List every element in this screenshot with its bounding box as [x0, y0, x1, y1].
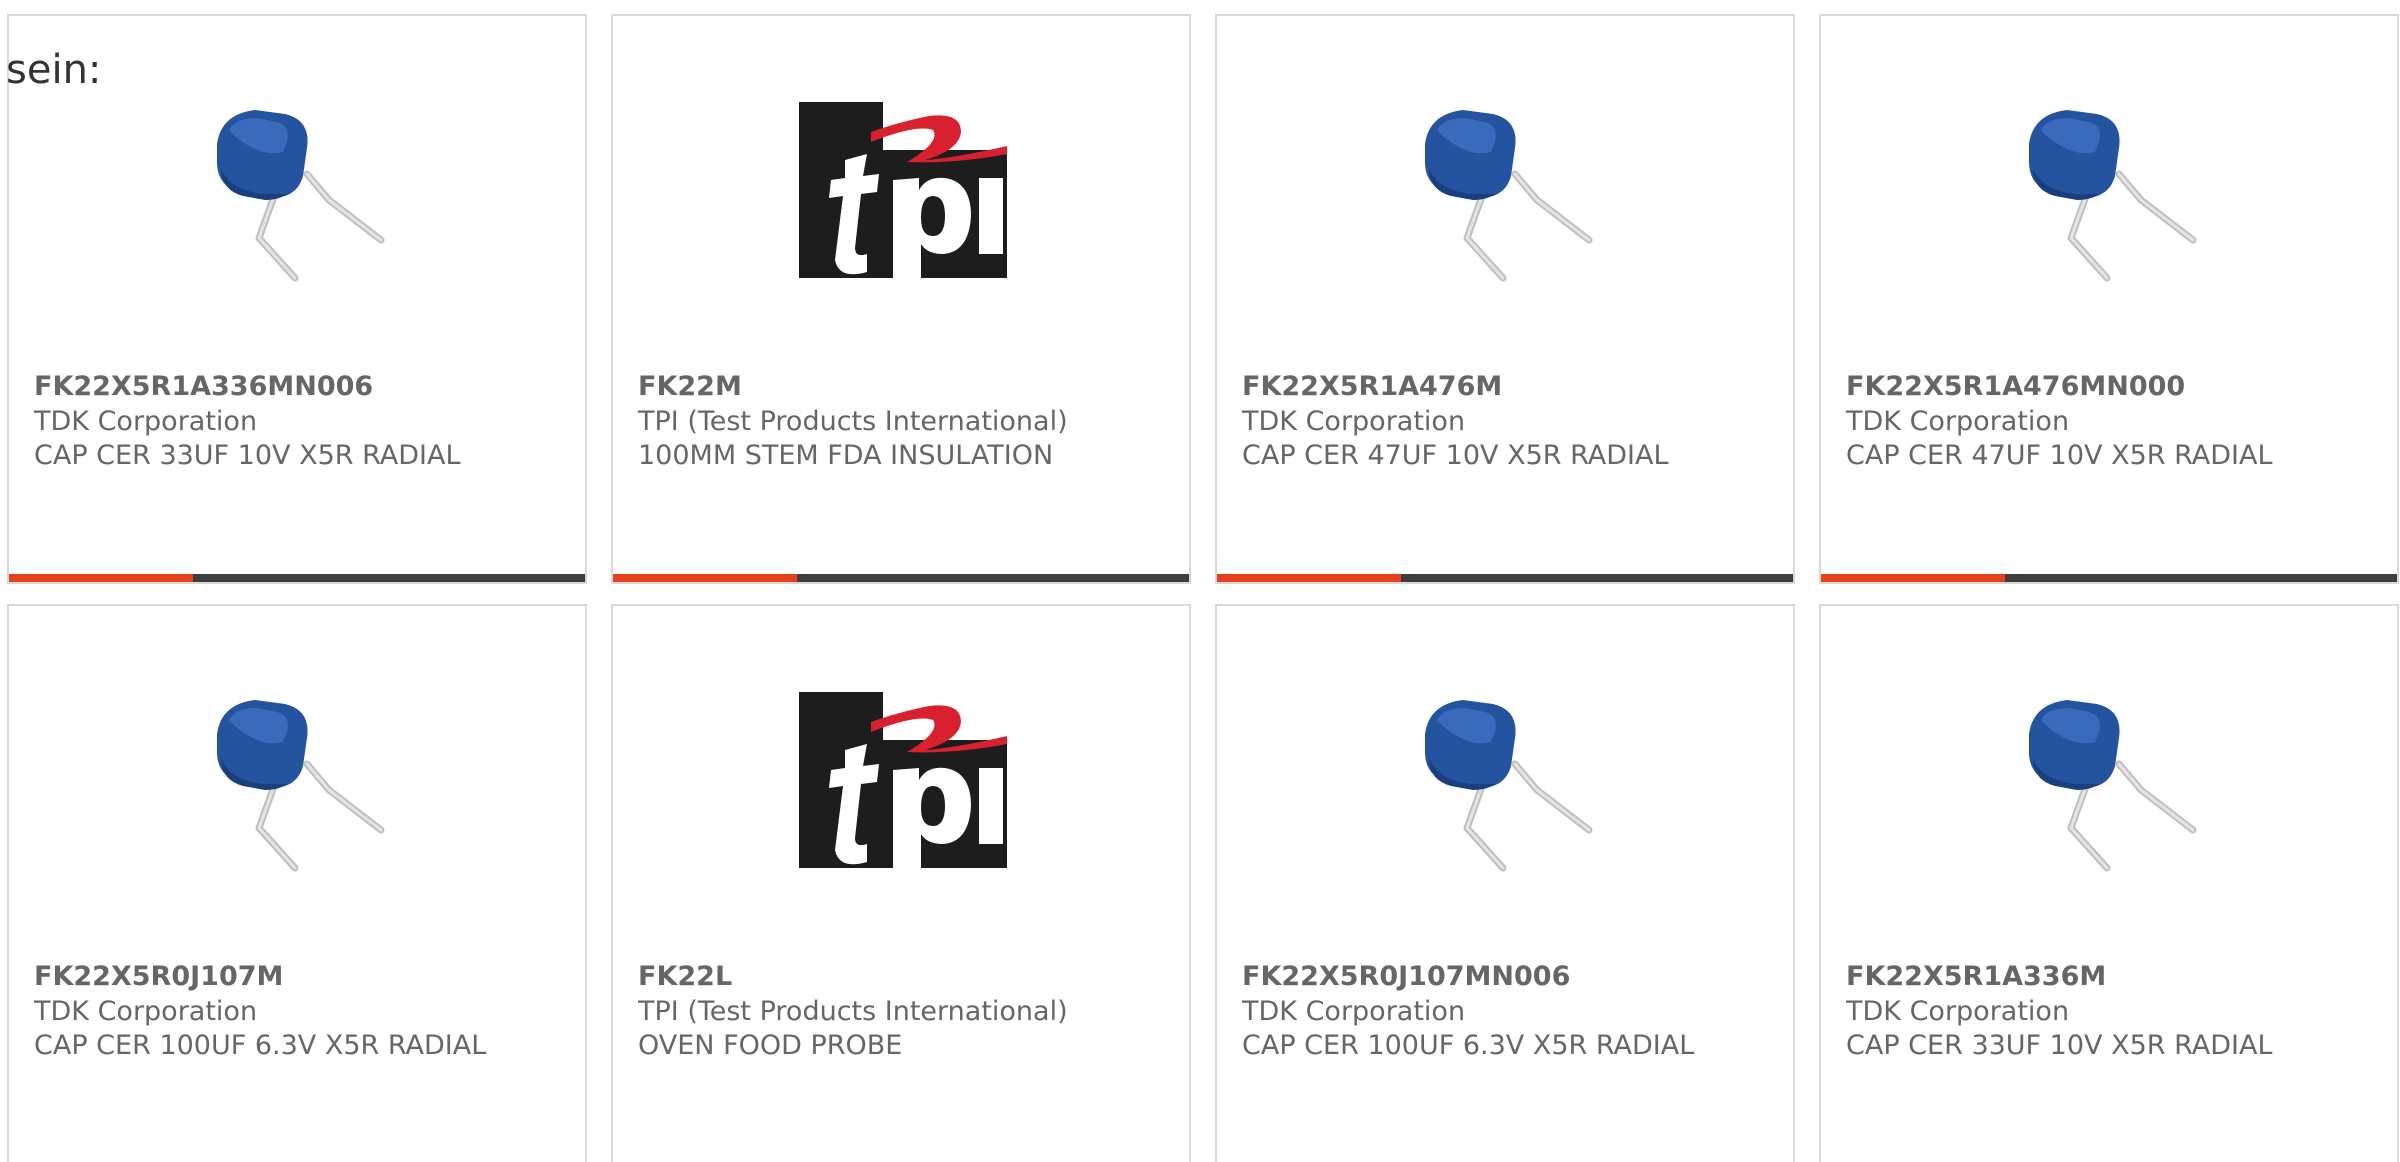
manufacturer: TDK Corporation	[1846, 406, 2070, 437]
product-image	[2007, 676, 2215, 884]
progress-fill	[1217, 574, 1402, 582]
manufacturer: TDK Corporation	[1846, 996, 2070, 1027]
product-image	[1403, 676, 1611, 884]
part-number[interactable]: FK22L	[638, 961, 732, 992]
progress-fill	[1821, 574, 2006, 582]
product-card[interactable]: FK22X5R0J107MN006 TDK Corporation CAP CE…	[1215, 604, 1795, 1162]
description: OVEN FOOD PROBE	[638, 1030, 903, 1061]
capacitor-icon	[2011, 680, 2211, 880]
part-number[interactable]: FK22X5R1A336MN006	[34, 371, 373, 402]
progress-fill	[9, 574, 194, 582]
description: CAP CER 47UF 10V X5R RADIAL	[1242, 440, 1669, 471]
capacitor-icon	[199, 90, 399, 290]
product-image	[195, 86, 403, 294]
product-card[interactable]: FK22X5R1A336M TDK Corporation CAP CER 33…	[1819, 604, 2399, 1162]
part-number[interactable]: FK22X5R0J107M	[34, 961, 283, 992]
description: CAP CER 100UF 6.3V X5R RADIAL	[34, 1030, 487, 1061]
manufacturer: TDK Corporation	[1242, 996, 1466, 1027]
card-progress-bar	[1821, 574, 2397, 582]
card-progress-bar	[1217, 574, 1793, 582]
product-card[interactable]: FK22X5R1A336MN006 TDK Corporation CAP CE…	[7, 14, 587, 584]
description: CAP CER 33UF 10V X5R RADIAL	[1846, 1030, 2273, 1061]
product-image	[195, 676, 403, 884]
description: CAP CER 33UF 10V X5R RADIAL	[34, 440, 461, 471]
capacitor-icon	[2011, 90, 2211, 290]
product-image	[799, 676, 1007, 884]
card-progress-bar	[9, 574, 585, 582]
manufacturer: TPI (Test Products International)	[638, 996, 1068, 1027]
part-number[interactable]: FK22M	[638, 371, 742, 402]
description: 100MM STEM FDA INSULATION	[638, 440, 1054, 471]
tpi-logo-icon	[799, 102, 1007, 278]
part-number[interactable]: FK22X5R1A476M	[1242, 371, 1502, 402]
description: CAP CER 47UF 10V X5R RADIAL	[1846, 440, 2273, 471]
product-grid-page: sein: FK22X5R1A336MN006 TDK Corporation …	[0, 0, 2400, 1162]
part-number[interactable]: FK22X5R1A336M	[1846, 961, 2106, 992]
intro-text: sein:	[6, 47, 102, 93]
product-card[interactable]: FK22M TPI (Test Products International) …	[611, 14, 1191, 584]
capacitor-icon	[1407, 680, 1607, 880]
capacitor-icon	[199, 680, 399, 880]
part-number[interactable]: FK22X5R1A476MN000	[1846, 371, 2185, 402]
product-card[interactable]: FK22L TPI (Test Products International) …	[611, 604, 1191, 1162]
product-card[interactable]: FK22X5R1A476MN000 TDK Corporation CAP CE…	[1819, 14, 2399, 584]
manufacturer: TDK Corporation	[34, 406, 258, 437]
part-number[interactable]: FK22X5R0J107MN006	[1242, 961, 1570, 992]
manufacturer: TPI (Test Products International)	[638, 406, 1068, 437]
product-image	[799, 86, 1007, 294]
product-card[interactable]: FK22X5R1A476M TDK Corporation CAP CER 47…	[1215, 14, 1795, 584]
manufacturer: TDK Corporation	[1242, 406, 1466, 437]
manufacturer: TDK Corporation	[34, 996, 258, 1027]
description: CAP CER 100UF 6.3V X5R RADIAL	[1242, 1030, 1695, 1061]
progress-fill	[613, 574, 798, 582]
product-image	[2007, 86, 2215, 294]
capacitor-icon	[1407, 90, 1607, 290]
product-card[interactable]: FK22X5R0J107M TDK Corporation CAP CER 10…	[7, 604, 587, 1162]
card-progress-bar	[613, 574, 1189, 582]
product-image	[1403, 86, 1611, 294]
tpi-logo-icon	[799, 692, 1007, 868]
